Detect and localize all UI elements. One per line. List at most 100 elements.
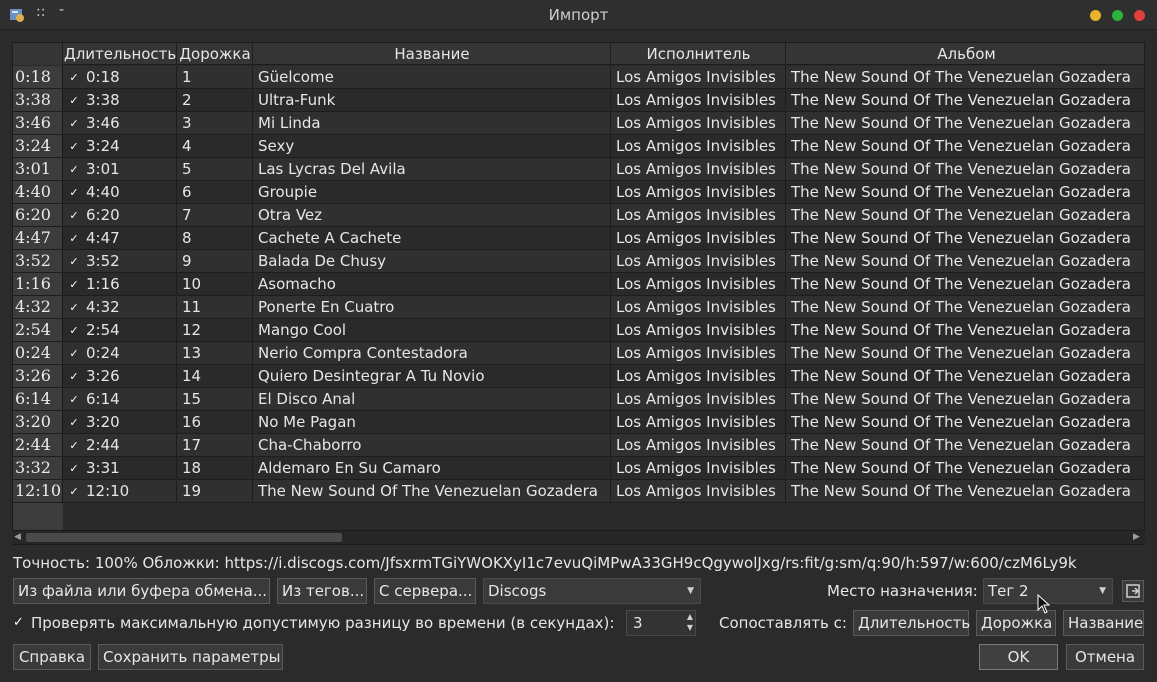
match-title-button[interactable]: Название	[1063, 610, 1144, 636]
cell-artist[interactable]: Los Amigos Invisibles	[612, 204, 786, 226]
cell-artist[interactable]: Los Amigos Invisibles	[612, 480, 786, 502]
row-checkbox[interactable]: ✓	[68, 186, 80, 199]
cell-title[interactable]: Cha-Chaborro	[254, 434, 611, 456]
spin-down-icon[interactable]: ▼	[687, 623, 693, 633]
cell-duration[interactable]: ✓ 6:20	[64, 204, 177, 226]
cell-duration[interactable]: ✓ 3:20	[64, 411, 177, 433]
row-checkbox[interactable]: ✓	[68, 416, 80, 429]
cell-title[interactable]: Sexy	[254, 135, 611, 157]
cell-track[interactable]: 10	[178, 273, 253, 295]
cell-artist[interactable]: Los Amigos Invisibles	[612, 273, 786, 295]
cell-album[interactable]: The New Sound Of The Venezuelan Gozadera	[787, 319, 1144, 341]
table-row[interactable]: 3:24 ✓ 3:24 4 Sexy Los Amigos Invisibles The N…	[13, 135, 1144, 158]
table-row[interactable]: 2:54 ✓ 2:54 12 Mango Cool Los Amigos Invisibl…	[13, 319, 1144, 342]
row-checkbox[interactable]: ✓	[68, 370, 80, 383]
cell-duration[interactable]: ✓ 3:52	[64, 250, 177, 272]
cell-duration[interactable]: ✓ 0:18	[64, 66, 177, 88]
row-header[interactable]: 3:38	[13, 89, 63, 111]
table-row[interactable]: 6:20 ✓ 6:20 7 Otra Vez Los Amigos Invisibles T…	[13, 204, 1144, 227]
cell-title[interactable]: Asomacho	[254, 273, 611, 295]
cell-duration[interactable]: ✓ 4:40	[64, 181, 177, 203]
cell-artist[interactable]: Los Amigos Invisibles	[612, 250, 786, 272]
cell-duration[interactable]: ✓ 1:16	[64, 273, 177, 295]
row-checkbox[interactable]: ✓	[68, 439, 80, 452]
scroll-right-icon[interactable]: ▶	[1133, 532, 1143, 542]
table-row[interactable]: 4:47 ✓ 4:47 8 Cachete A Cachete Los Amigos In…	[13, 227, 1144, 250]
row-header[interactable]: 3:26	[13, 365, 63, 387]
table-row[interactable]: 1:16 ✓ 1:16 10 Asomacho Los Amigos Invisibles…	[13, 273, 1144, 296]
cell-duration[interactable]: ✓ 3:26	[64, 365, 177, 387]
cell-artist[interactable]: Los Amigos Invisibles	[612, 342, 786, 364]
cell-title[interactable]: Nerio Compra Contestadora	[254, 342, 611, 364]
cell-album[interactable]: The New Sound Of The Venezuelan Gozadera	[787, 457, 1144, 479]
row-checkbox[interactable]: ✓	[68, 140, 80, 153]
row-header[interactable]: 3:01	[13, 158, 63, 180]
row-checkbox[interactable]: ✓	[68, 462, 80, 475]
cell-title[interactable]: Otra Vez	[254, 204, 611, 226]
cell-album[interactable]: The New Sound Of The Venezuelan Gozadera	[787, 388, 1144, 410]
help-button[interactable]: Справка	[13, 644, 91, 670]
table-row[interactable]: 6:14 ✓ 6:14 15 El Disco Anal Los Amigos Invis…	[13, 388, 1144, 411]
spin-up-icon[interactable]: ▲	[687, 612, 693, 622]
cell-track[interactable]: 1	[178, 66, 253, 88]
cell-title[interactable]: Ultra-Funk	[254, 89, 611, 111]
cell-artist[interactable]: Los Amigos Invisibles	[612, 227, 786, 249]
row-checkbox[interactable]: ✓	[68, 163, 80, 176]
cell-album[interactable]: The New Sound Of The Venezuelan Gozadera	[787, 273, 1144, 295]
table-row[interactable]: 3:32 ✓ 3:31 18 Aldemaro En Su Camaro Los Amig…	[13, 457, 1144, 480]
cancel-button[interactable]: Отмена	[1066, 644, 1144, 670]
row-header[interactable]: 3:46	[13, 112, 63, 134]
row-checkbox[interactable]: ✓	[68, 301, 80, 314]
cell-track[interactable]: 7	[178, 204, 253, 226]
cell-album[interactable]: The New Sound Of The Venezuelan Gozadera	[787, 434, 1144, 456]
column-header-duration[interactable]: Длительность	[64, 43, 177, 65]
column-header-album[interactable]: Альбом	[787, 43, 1144, 65]
cell-title[interactable]: Mango Cool	[254, 319, 611, 341]
cell-title[interactable]: Mi Linda	[254, 112, 611, 134]
row-checkbox[interactable]: ✓	[68, 324, 80, 337]
cell-artist[interactable]: Los Amigos Invisibles	[612, 319, 786, 341]
table-row[interactable]: 3:26 ✓ 3:26 14 Quiero Desintegrar A Tu Novio…	[13, 365, 1144, 388]
cell-artist[interactable]: Los Amigos Invisibles	[612, 411, 786, 433]
table-row[interactable]: 3:52 ✓ 3:52 9 Balada De Chusy Los Amigos Invi…	[13, 250, 1144, 273]
row-header[interactable]: 0:18	[13, 66, 63, 88]
from-server-button[interactable]: С сервера...	[374, 578, 476, 604]
table-row[interactable]: 3:20 ✓ 3:20 16 No Me Pagan Los Amigos Invisib…	[13, 411, 1144, 434]
column-header-track[interactable]: Дорожка	[178, 43, 253, 65]
cell-album[interactable]: The New Sound Of The Venezuelan Gozadera	[787, 250, 1144, 272]
cell-album[interactable]: The New Sound Of The Venezuelan Gozadera	[787, 135, 1144, 157]
row-header[interactable]: 2:54	[13, 319, 63, 341]
cell-duration[interactable]: ✓ 3:31	[64, 457, 177, 479]
cell-duration[interactable]: ✓ 6:14	[64, 388, 177, 410]
row-header[interactable]: 4:32	[13, 296, 63, 318]
cell-artist[interactable]: Los Amigos Invisibles	[612, 135, 786, 157]
cell-track[interactable]: 18	[178, 457, 253, 479]
minimize-button[interactable]	[1090, 10, 1101, 21]
cell-artist[interactable]: Los Amigos Invisibles	[612, 365, 786, 387]
cell-track[interactable]: 8	[178, 227, 253, 249]
cell-artist[interactable]: Los Amigos Invisibles	[612, 434, 786, 456]
table-row[interactable]: 3:01 ✓ 3:01 5 Las Lycras Del Avila Los Amigos…	[13, 158, 1144, 181]
cell-track[interactable]: 3	[178, 112, 253, 134]
cell-album[interactable]: The New Sound Of The Venezuelan Gozadera	[787, 66, 1144, 88]
cell-title[interactable]: No Me Pagan	[254, 411, 611, 433]
cell-artist[interactable]: Los Amigos Invisibles	[612, 89, 786, 111]
cell-artist[interactable]: Los Amigos Invisibles	[612, 158, 786, 180]
cell-track[interactable]: 4	[178, 135, 253, 157]
column-header-artist[interactable]: Исполнитель	[612, 43, 786, 65]
table-row[interactable]: 3:38 ✓ 3:38 2 Ultra-Funk Los Amigos Invisible…	[13, 89, 1144, 112]
table-row[interactable]: 2:44 ✓ 2:44 17 Cha-Chaborro Los Amigos Invisi…	[13, 434, 1144, 457]
table-row[interactable]: 0:24 ✓ 0:24 13 Nerio Compra Contestadora Los …	[13, 342, 1144, 365]
time-diff-spinbox[interactable]: 3 ▲ ▼	[626, 610, 696, 636]
cell-artist[interactable]: Los Amigos Invisibles	[612, 181, 786, 203]
row-header[interactable]: 3:32	[13, 457, 63, 479]
cell-title[interactable]: Balada De Chusy	[254, 250, 611, 272]
cell-album[interactable]: The New Sound Of The Venezuelan Gozadera	[787, 227, 1144, 249]
cell-duration[interactable]: ✓ 3:46	[64, 112, 177, 134]
cell-artist[interactable]: Los Amigos Invisibles	[612, 296, 786, 318]
row-header[interactable]: 3:52	[13, 250, 63, 272]
row-checkbox[interactable]: ✓	[68, 485, 80, 498]
cell-title[interactable]: El Disco Anal	[254, 388, 611, 410]
cell-duration[interactable]: ✓ 2:44	[64, 434, 177, 456]
cell-track[interactable]: 17	[178, 434, 253, 456]
